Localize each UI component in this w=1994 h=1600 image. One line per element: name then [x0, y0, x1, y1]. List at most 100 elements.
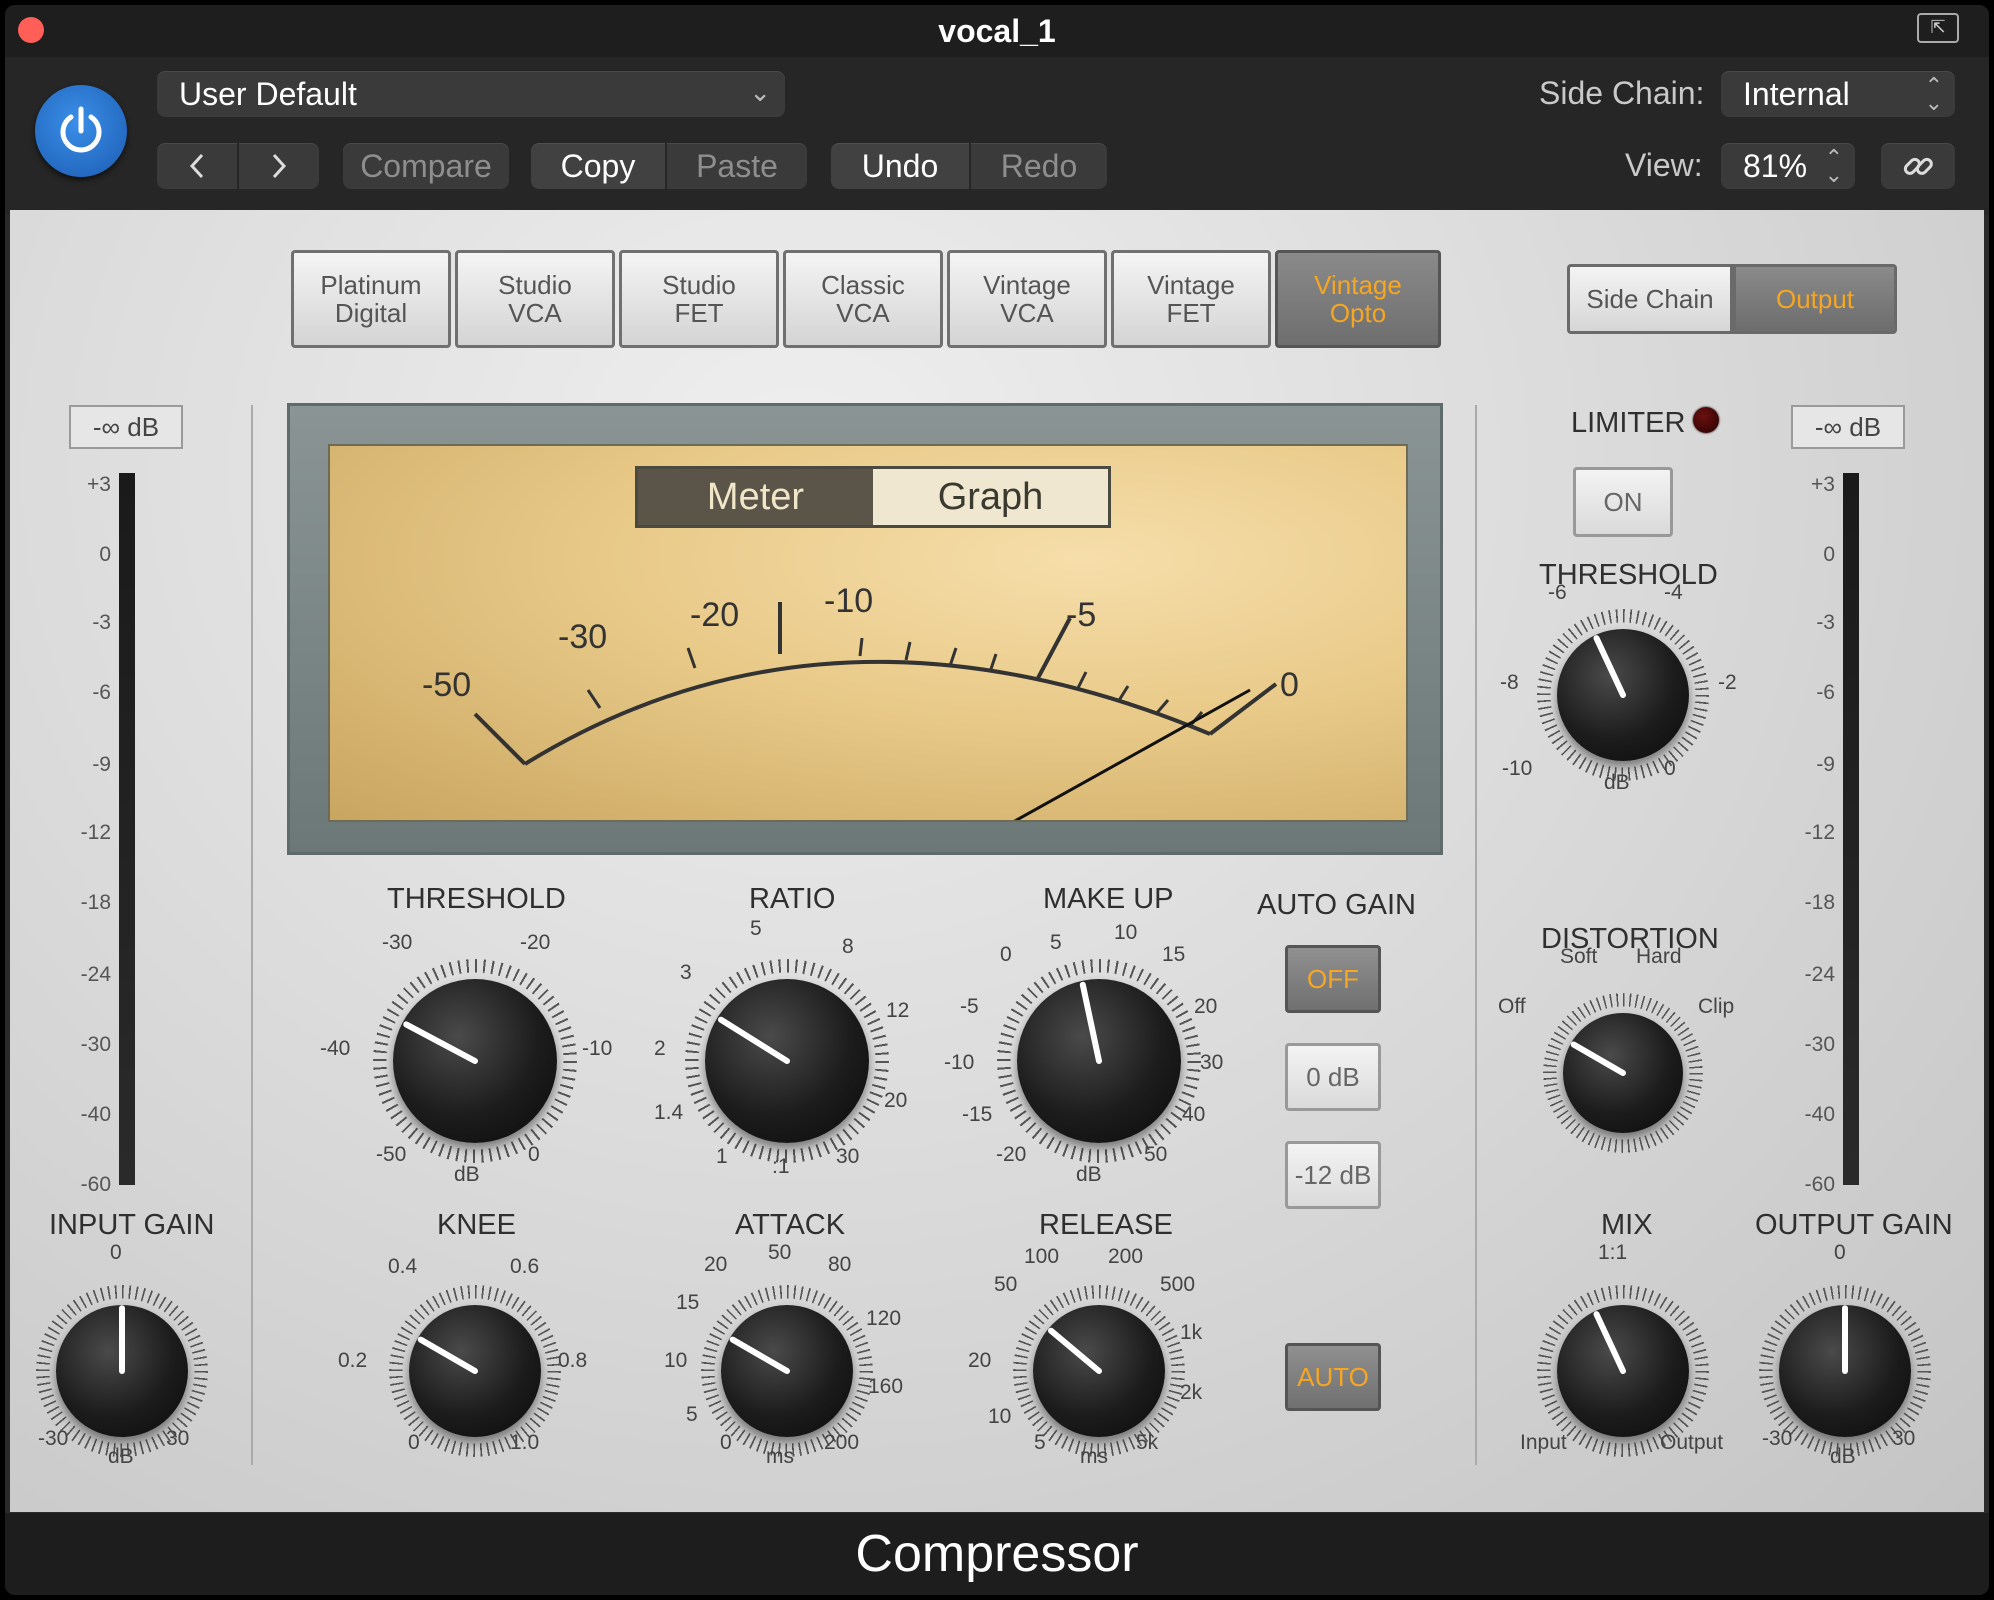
- distortion-tick-label: Hard: [1636, 945, 1682, 968]
- limiter-on-button[interactable]: ON: [1573, 467, 1673, 537]
- meter-scale-label: -18: [1804, 891, 1835, 914]
- attack-tick-label: 80: [828, 1253, 852, 1276]
- meter-scale-label: -18: [80, 891, 111, 914]
- meter-scale-label: -3: [1816, 611, 1835, 634]
- preset-label: User Default: [179, 75, 357, 112]
- auto-gain-0db-button[interactable]: 0 dB: [1285, 1043, 1381, 1111]
- meter-tick-label: 0: [1280, 666, 1299, 704]
- limiter-threshold-knob[interactable]: [1557, 629, 1689, 761]
- threshold-tick-label: -30: [382, 931, 413, 954]
- meter-tick-label: -50: [422, 666, 472, 704]
- meter-scale-label: -6: [92, 681, 111, 704]
- ratio-tick-label: 20: [884, 1089, 908, 1112]
- distortion-tick-label: Soft: [1560, 945, 1598, 968]
- meter-scale-label: 0: [1823, 543, 1835, 566]
- side-chain-label: Side Chain:: [1539, 75, 1705, 111]
- limiter-threshold-tick-label: -8: [1500, 671, 1519, 694]
- makeup-tick-label: -10: [944, 1051, 975, 1074]
- knee-title: KNEE: [437, 1209, 516, 1241]
- mix-tick-label: Input: [1520, 1431, 1567, 1454]
- side-chain-view-button[interactable]: Side Chain: [1567, 264, 1733, 334]
- limiter-threshold-tick-label: -6: [1548, 581, 1567, 604]
- limiter-threshold-tick-label: -10: [1502, 757, 1533, 780]
- auto-gain-minus12-button[interactable]: -12 dB: [1285, 1141, 1381, 1209]
- divider: [251, 405, 253, 1465]
- release-knob[interactable]: [1033, 1305, 1165, 1437]
- mix-knob[interactable]: [1557, 1305, 1689, 1437]
- attack-tick-label: 120: [866, 1307, 902, 1330]
- release-tick-label: 5: [1034, 1431, 1046, 1454]
- model-vintage-fet[interactable]: Vintage FET: [1111, 250, 1271, 348]
- meter-tick-label: -20: [690, 596, 740, 634]
- preset-menu[interactable]: User Default ⌄: [157, 71, 785, 117]
- meter-scale-label: -12: [80, 821, 111, 844]
- knob-pointer: [1842, 1305, 1848, 1374]
- copy-button[interactable]: Copy: [531, 143, 665, 189]
- undo-button[interactable]: Undo: [831, 143, 969, 189]
- side-chain-value: Internal: [1743, 75, 1850, 112]
- makeup-tick-label: 20: [1194, 995, 1218, 1018]
- link-button[interactable]: [1881, 143, 1955, 189]
- side-chain-select[interactable]: Internal ⌃ ⌄: [1721, 71, 1955, 117]
- attack-knob[interactable]: [721, 1305, 853, 1437]
- limiter-threshold-tick-label: -4: [1664, 581, 1683, 604]
- release-tick-label: 500: [1160, 1273, 1196, 1296]
- power-icon: [60, 106, 102, 153]
- attack-tick-label: 15: [676, 1291, 700, 1314]
- input-gain-knob[interactable]: [56, 1305, 188, 1437]
- output-gain-title: OUTPUT GAIN: [1755, 1209, 1953, 1241]
- knee-knob[interactable]: [409, 1305, 541, 1437]
- auto-gain-title: AUTO GAIN: [1257, 889, 1416, 921]
- ratio-title: RATIO: [749, 883, 836, 915]
- compare-button[interactable]: Compare: [343, 143, 509, 189]
- input-gain-tick-label: dB: [108, 1445, 134, 1468]
- knee-tick-label: 0.2: [338, 1349, 368, 1372]
- model-vintage-vca[interactable]: Vintage VCA: [947, 250, 1107, 348]
- redo-button[interactable]: Redo: [971, 143, 1107, 189]
- release-tick-label: ms: [1080, 1445, 1108, 1468]
- mix-title: MIX: [1601, 1209, 1653, 1241]
- meter-scale: [473, 602, 1278, 820]
- limiter-led: [1693, 407, 1719, 433]
- next-preset-button[interactable]: [239, 143, 319, 189]
- output-view-button[interactable]: Output: [1733, 264, 1897, 334]
- view-zoom-select[interactable]: 81% ⌃ ⌄: [1721, 143, 1855, 189]
- makeup-tick-label: 40: [1182, 1103, 1206, 1126]
- model-platinum-digital[interactable]: Platinum Digital: [291, 250, 451, 348]
- threshold-knob[interactable]: [393, 979, 557, 1143]
- meter-scale-label: -12: [1804, 821, 1835, 844]
- power-button[interactable]: [35, 85, 127, 177]
- model-vintage-opto[interactable]: Vintage Opto: [1275, 250, 1441, 348]
- expand-icon[interactable]: ⇱: [1917, 13, 1959, 43]
- model-classic-vca[interactable]: Classic VCA: [783, 250, 943, 348]
- knob-pointer: [1570, 1041, 1626, 1076]
- gain-reduction-meter: Meter Graph -50 -30 -20 -10 -5 0: [287, 403, 1443, 855]
- knob-pointer: [729, 1336, 790, 1374]
- ratio-tick-label: 1.4: [654, 1101, 684, 1124]
- meter-scale-label: -30: [1804, 1033, 1835, 1056]
- makeup-tick-label: 15: [1162, 943, 1186, 966]
- makeup-knob[interactable]: [1017, 979, 1181, 1143]
- release-tick-label: 200: [1108, 1245, 1144, 1268]
- model-studio-vca[interactable]: Studio VCA: [455, 250, 615, 348]
- meter-tick-label: -5: [1066, 596, 1097, 634]
- ratio-tick-label: 3: [680, 961, 692, 984]
- auto-button[interactable]: AUTO: [1285, 1343, 1381, 1411]
- attack-tick-label: 5: [686, 1403, 698, 1426]
- output-gain-tick-label: 30: [1892, 1427, 1916, 1450]
- previous-preset-button[interactable]: [157, 143, 237, 189]
- threshold-title: THRESHOLD: [387, 883, 566, 915]
- auto-gain-off-button[interactable]: OFF: [1285, 945, 1381, 1013]
- ratio-knob[interactable]: [705, 979, 869, 1143]
- model-studio-fet[interactable]: Studio FET: [619, 250, 779, 348]
- threshold-tick-label: 0: [528, 1143, 540, 1166]
- meter-scale-label: -60: [80, 1173, 111, 1196]
- output-gain-tick-label: 0: [1834, 1241, 1846, 1264]
- plugin-header: User Default ⌄ Compare Copy Paste Undo R…: [5, 57, 1989, 215]
- distortion-knob[interactable]: [1563, 1013, 1683, 1133]
- knob-pointer: [1079, 981, 1102, 1064]
- paste-button[interactable]: Paste: [667, 143, 807, 189]
- makeup-tick-label: 5: [1050, 931, 1062, 954]
- output-gain-knob[interactable]: [1779, 1305, 1911, 1437]
- release-tick-label: 100: [1024, 1245, 1060, 1268]
